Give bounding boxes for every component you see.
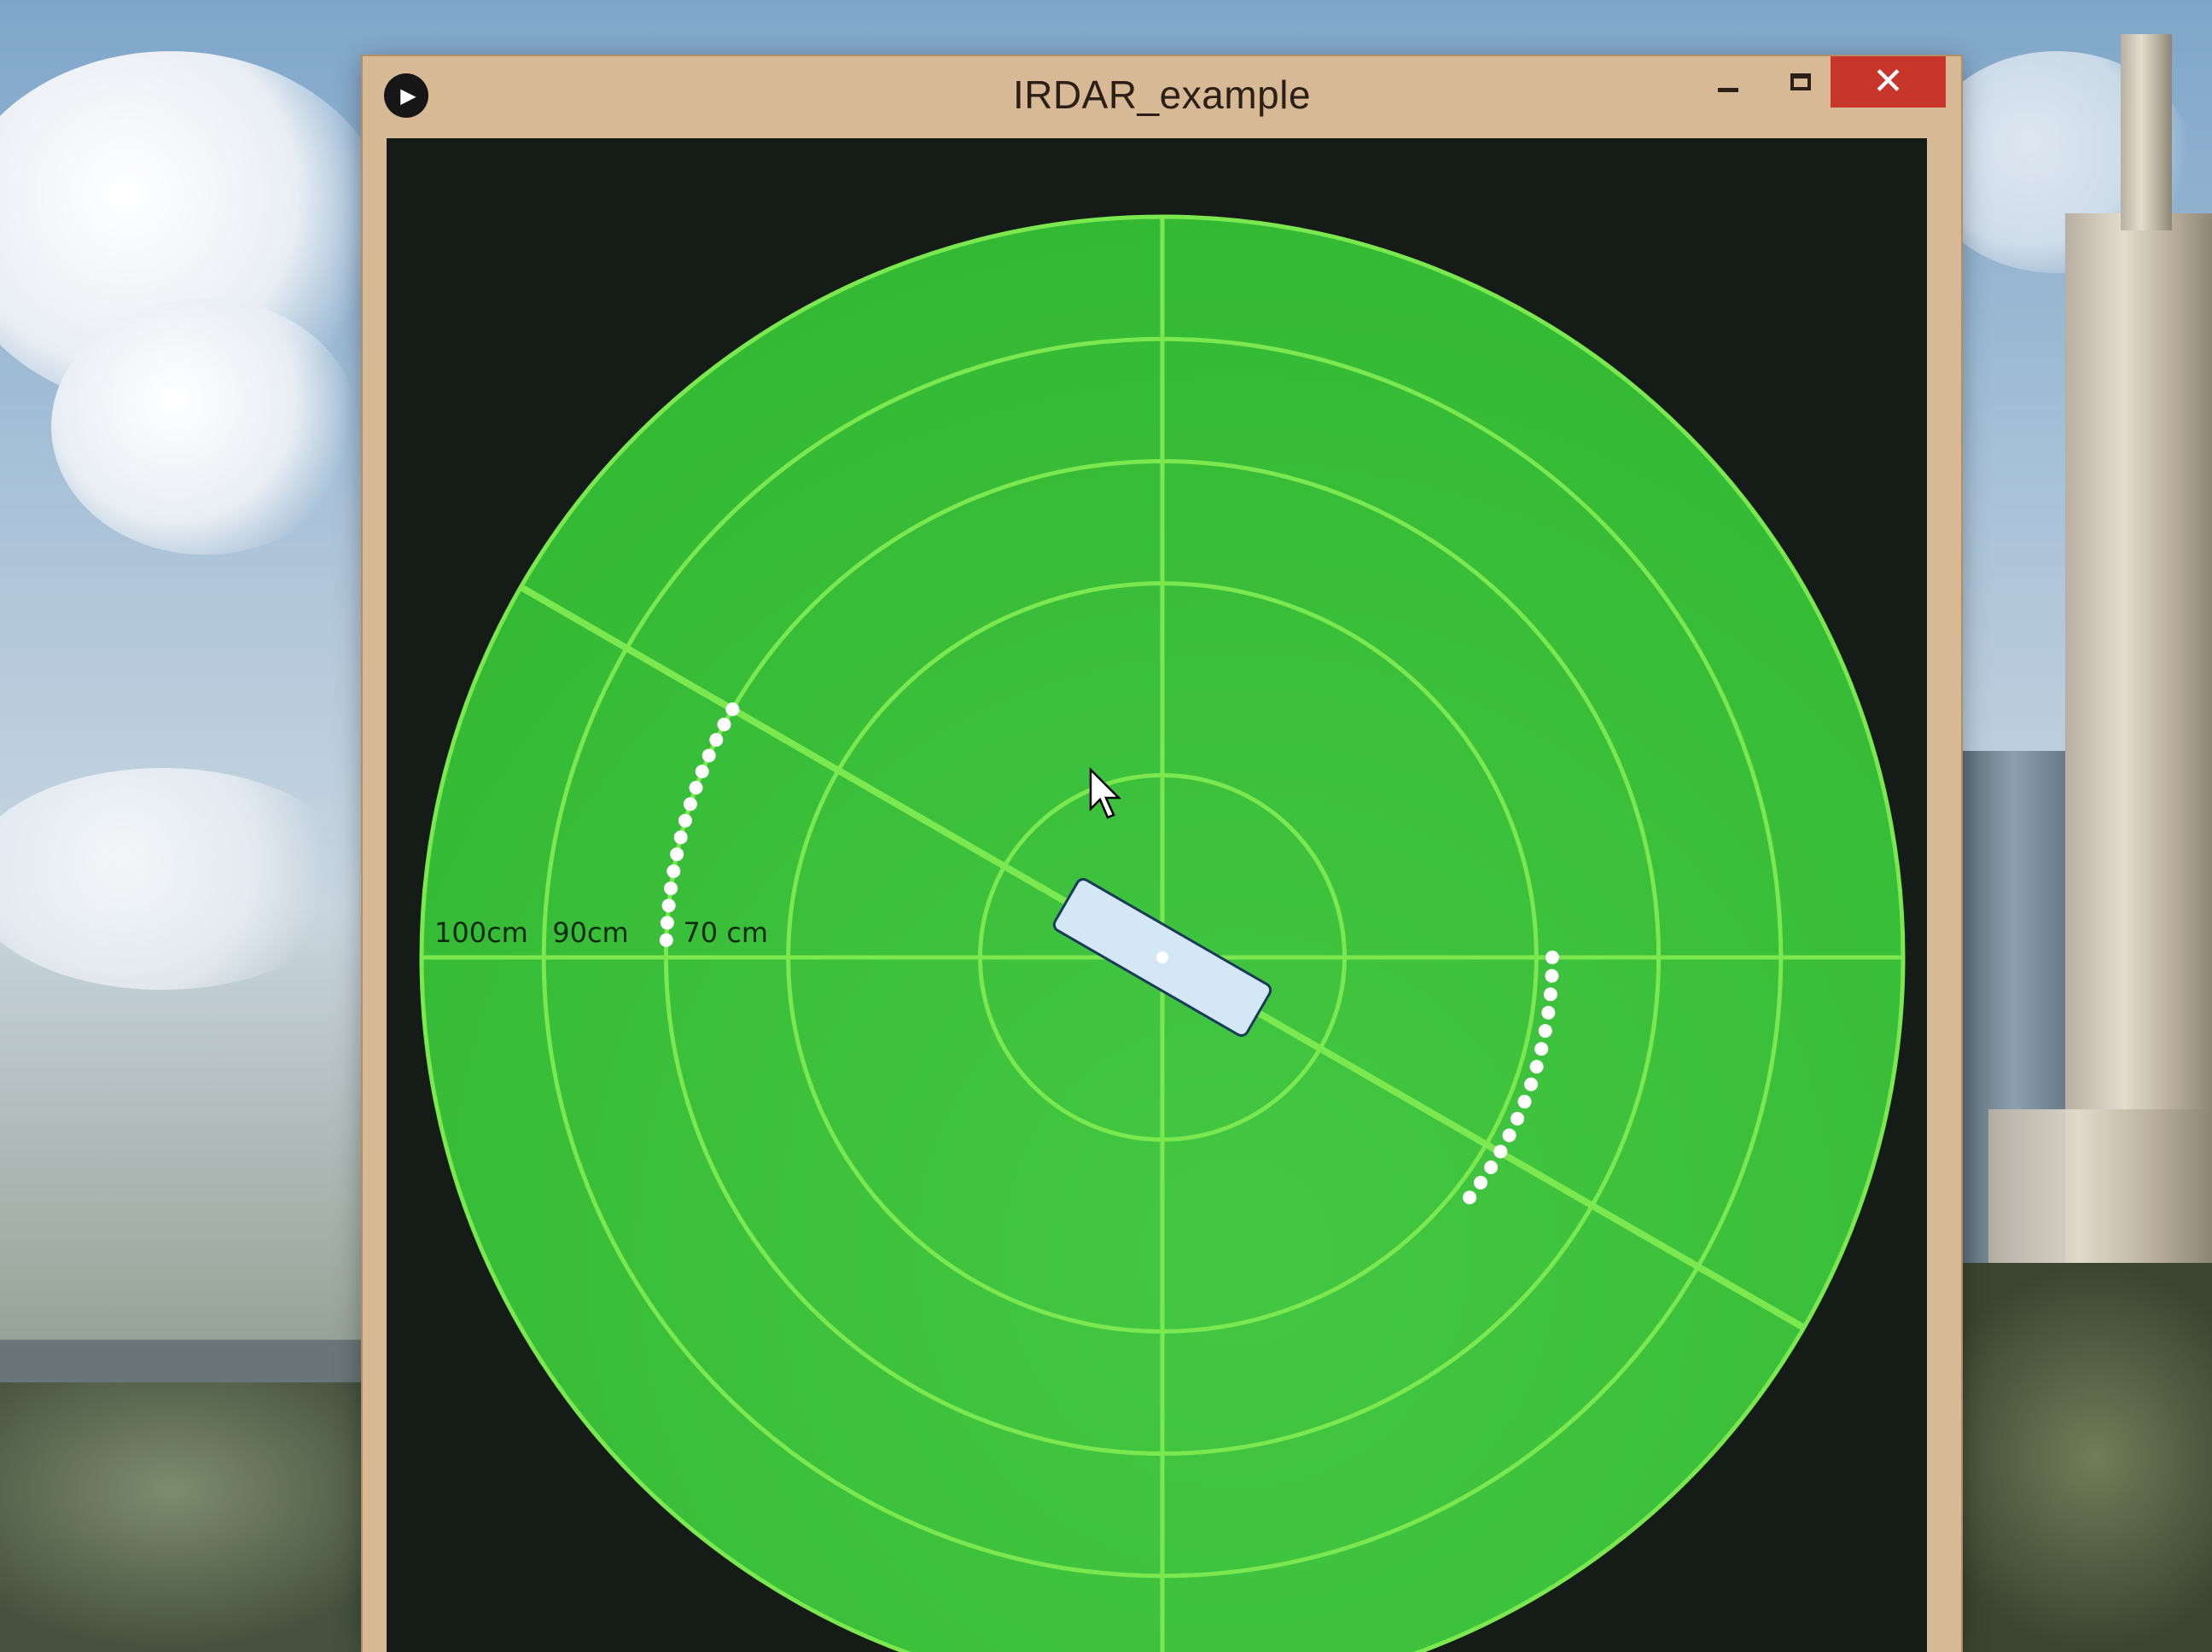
maximize-icon <box>1790 73 1811 90</box>
tree-foliage <box>1920 1263 2212 1652</box>
radar-canvas[interactable]: 100cm 90cm 70 cm <box>387 138 1927 1652</box>
radar-display: 100cm 90cm 70 cm <box>419 214 1906 1652</box>
echo-dot <box>667 864 681 879</box>
skyscraper-spire <box>2121 34 2172 230</box>
range-label: 90cm <box>552 916 628 949</box>
echo-dot <box>1473 1175 1487 1190</box>
echo-dot <box>1541 1005 1556 1020</box>
echo-dot <box>659 933 673 947</box>
range-label: 70 cm <box>683 916 768 949</box>
echo-dot <box>661 899 676 913</box>
echo-dot <box>701 748 716 763</box>
center-point <box>1156 951 1168 963</box>
close-icon: ✕ <box>1872 60 1904 103</box>
echo-dot <box>1534 1042 1549 1056</box>
title-bar[interactable]: ▶ IRDAR_example ✕ <box>363 56 1961 137</box>
echo-dot <box>1502 1128 1516 1143</box>
echo-dot <box>683 797 697 811</box>
echo-dot <box>1484 1160 1499 1174</box>
echo-dot <box>717 717 731 731</box>
echo-dot <box>673 830 688 845</box>
close-button[interactable]: ✕ <box>1831 56 1946 108</box>
minimize-icon <box>1718 87 1738 92</box>
cloud-decoration <box>0 768 358 990</box>
app-window: ▶ IRDAR_example ✕ 100cm 90cm 70 cm <box>363 56 1961 1652</box>
echo-dot <box>1463 1190 1477 1205</box>
echo-dot <box>1524 1077 1539 1091</box>
minimize-button[interactable] <box>1694 56 1762 108</box>
echo-dot <box>709 733 724 747</box>
echo-dot <box>695 765 709 779</box>
echo-dot <box>1545 951 1559 964</box>
maximize-button[interactable] <box>1767 56 1835 108</box>
echo-dot <box>1538 1024 1552 1038</box>
echo-dot <box>660 916 674 930</box>
cloud-decoration <box>51 299 358 555</box>
bridge <box>0 1340 375 1382</box>
echo-dot <box>689 781 703 795</box>
echo-dot <box>1529 1060 1544 1074</box>
echo-dot <box>1545 969 1559 983</box>
echo-dot <box>670 847 684 862</box>
echo-dot <box>1493 1144 1508 1159</box>
echo-dot <box>1517 1095 1532 1109</box>
echo-dot <box>1511 1111 1525 1126</box>
echo-dot <box>725 702 740 717</box>
echo-dot <box>664 881 678 896</box>
echo-dot <box>1543 987 1557 1002</box>
range-label: 100cm <box>434 916 528 949</box>
echo-dot <box>678 813 692 828</box>
